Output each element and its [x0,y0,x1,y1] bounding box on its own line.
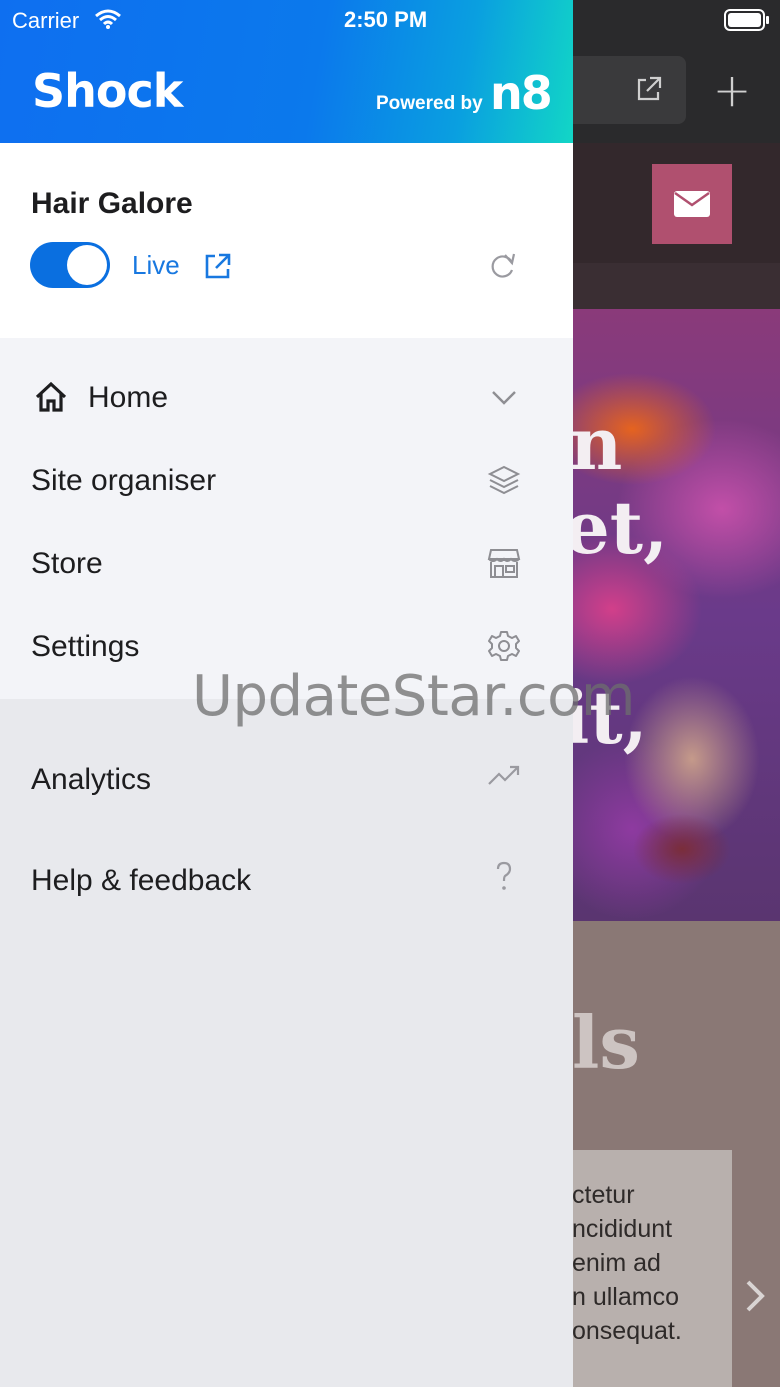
status-bar: Carrier 2:50 PM [0,0,780,40]
chevron-right-icon[interactable] [742,1278,768,1314]
menu-item-site-organiser[interactable]: Site organiser [0,443,573,513]
help-icon [496,861,512,890]
battery-icon [724,9,769,31]
menu-item-home[interactable]: Home [0,360,573,430]
layers-icon [487,465,521,495]
menu-label-help-feedback: Help & feedback [31,864,252,897]
background-strip [572,263,780,309]
paragraph-line: ncididunt [572,1215,673,1243]
mail-button[interactable] [652,164,732,244]
background-url-bar[interactable] [560,56,686,124]
hero-text-line: n [572,401,623,486]
wifi-icon [95,9,121,29]
trending-up-icon [488,765,520,785]
primary-menu: Home Site organiser Store Settings [0,338,573,699]
menu-label-home: Home [88,381,169,414]
menu-label-store: Store [31,547,103,580]
carrier-label: Carrier [12,8,80,33]
n8-logo: n8 [490,66,553,120]
hero-image: n et, it, [572,309,780,921]
background-paragraph: ctetur ncididunt enim ad n ullamco onseq… [572,1178,732,1348]
toggle-knob [67,245,107,285]
gear-icon [488,631,520,661]
open-external-icon[interactable] [634,74,664,104]
paragraph-line: n ullamco [572,1283,679,1311]
live-status-label: Live [132,250,180,280]
paragraph-line: onsequat. [572,1317,682,1345]
menu-label-site-organiser: Site organiser [31,464,217,497]
shock-logo: Shock [32,64,183,118]
live-toggle[interactable] [30,242,110,288]
home-icon [35,381,67,412]
menu-item-store[interactable]: Store [0,526,573,596]
menu-label-analytics: Analytics [31,763,152,796]
site-card: Hair Galore Live [0,143,573,338]
paragraph-line: enim ad [572,1249,661,1277]
watermark: UpdateStar.com [192,664,635,729]
menu-item-analytics[interactable]: Analytics [0,742,573,812]
paragraph-line: ctetur [572,1181,635,1209]
section-heading-fragment: ls [572,1000,640,1085]
store-icon [487,549,521,578]
hero-text-line: et, [572,485,669,570]
site-name: Hair Galore [31,187,193,220]
open-site-icon[interactable] [205,253,231,279]
status-time: 2:50 PM [344,7,428,32]
chevron-down-icon[interactable] [487,380,521,414]
menu-item-help-feedback[interactable]: Help & feedback [0,843,573,913]
mail-icon [674,191,710,217]
add-icon[interactable]: + [712,67,752,113]
menu-label-settings: Settings [31,630,140,663]
powered-by-label: Powered by [376,93,483,114]
refresh-icon[interactable] [488,251,518,281]
